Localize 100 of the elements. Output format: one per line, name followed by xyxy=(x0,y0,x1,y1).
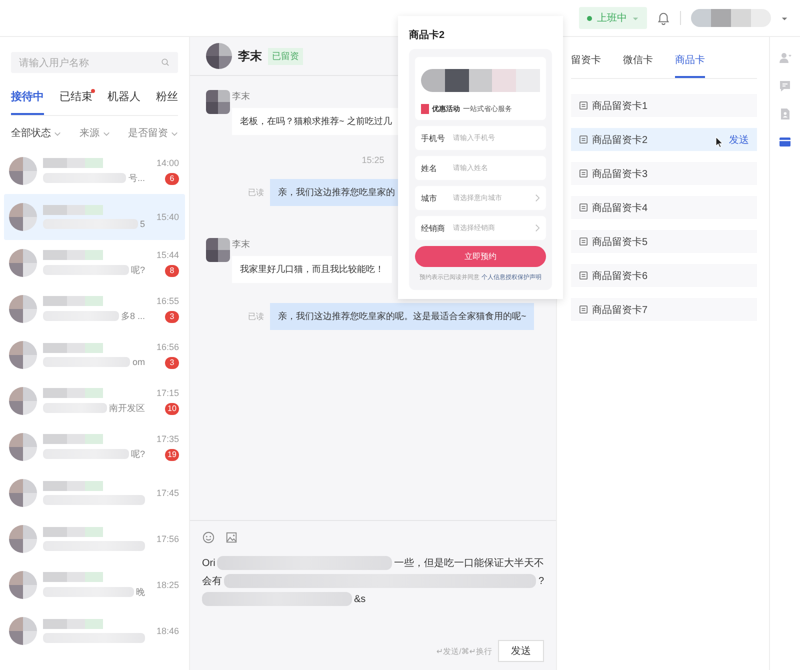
message-preview: 南开发区 xyxy=(109,402,145,414)
cursor-icon xyxy=(715,136,723,148)
message-preview: om xyxy=(132,357,145,367)
tab[interactable]: 微信卡 xyxy=(623,53,653,78)
read-status: 已读 xyxy=(248,311,264,322)
card-list-item[interactable]: 商品留资卡5 xyxy=(571,230,757,253)
card-list-item[interactable]: 商品留资卡4 xyxy=(571,196,757,219)
bell-icon[interactable] xyxy=(657,12,670,24)
search-icon xyxy=(161,58,170,67)
shortcut-hint: ↵发送/⌘↵换行 xyxy=(436,646,492,656)
card-list-item[interactable]: 商品留资卡1 xyxy=(571,94,757,117)
document-icon xyxy=(579,169,588,178)
chevron-icon xyxy=(535,194,540,202)
pixelated-redaction xyxy=(43,481,103,491)
conversation-item[interactable]: om 16:56 3 xyxy=(4,332,185,378)
pixelated-redaction xyxy=(43,388,103,398)
card-list-item[interactable]: 商品留资卡7 xyxy=(571,298,757,321)
send-link[interactable]: 发送 xyxy=(729,132,749,146)
caret-icon[interactable] xyxy=(781,14,788,22)
conversation-item[interactable]: 呢? 17:35 19 xyxy=(4,424,185,470)
chevron-icon xyxy=(54,130,61,136)
chat-icon[interactable] xyxy=(778,79,792,93)
unread-count: 10 xyxy=(165,402,179,414)
pixelated-redaction xyxy=(43,434,103,444)
tab[interactable]: 接待中 xyxy=(11,89,44,115)
avatar xyxy=(9,203,37,231)
chevron-icon xyxy=(535,224,540,232)
card-name: 商品留资卡2 xyxy=(592,134,648,146)
tab[interactable]: 机器人 xyxy=(108,89,141,115)
conversation-item[interactable]: 5 15:40 xyxy=(4,194,185,240)
time-label: 18:25 xyxy=(156,580,179,590)
document-icon xyxy=(579,101,588,110)
conversation-item[interactable]: 呢? 15:44 8 xyxy=(4,240,185,286)
time-label: 17:56 xyxy=(156,534,179,544)
avatar xyxy=(206,90,230,114)
pixelated-redaction xyxy=(43,158,103,168)
pixelated-redaction xyxy=(43,527,103,537)
unread-count: 6 xyxy=(165,172,179,184)
conversation-item[interactable]: 晚 18:25 xyxy=(4,562,185,608)
avatar xyxy=(9,249,37,277)
image-icon[interactable] xyxy=(225,531,238,544)
time-label: 17:35 xyxy=(156,434,179,444)
card-icon[interactable] xyxy=(778,135,792,149)
draft-text: 一些，但是吃一口能保证大半天不 xyxy=(394,556,544,570)
user-icon[interactable] xyxy=(778,51,792,65)
avatar xyxy=(206,43,232,69)
unread-count: 3 xyxy=(165,310,179,322)
card-name: 商品留资卡5 xyxy=(592,236,648,248)
message-preview: 号... xyxy=(128,172,145,184)
time-label: 15:40 xyxy=(156,212,179,222)
tab[interactable]: 粉丝 xyxy=(156,89,178,115)
filter-dropdown[interactable]: 是否留资 xyxy=(128,126,178,140)
pixelated-redaction xyxy=(43,250,103,260)
message-preview: 呢? xyxy=(130,264,145,276)
draft-text: ? xyxy=(538,576,544,586)
document-icon xyxy=(579,305,588,314)
time-label: 14:00 xyxy=(156,158,179,168)
reserve-button[interactable]: 立即预约 xyxy=(415,246,546,267)
message-preview: 晚 xyxy=(136,586,145,598)
card-name: 商品留资卡4 xyxy=(592,202,648,214)
tab[interactable]: 已结束 xyxy=(59,89,92,115)
time-label: 17:15 xyxy=(156,388,179,398)
emoji-icon[interactable] xyxy=(202,531,215,544)
filter-dropdown[interactable]: 全部状态 xyxy=(11,126,61,140)
card-list-item[interactable]: 商品留资卡6 xyxy=(571,264,757,287)
tab[interactable]: 留资卡 xyxy=(571,53,601,78)
card-name: 商品留资卡1 xyxy=(592,100,648,112)
message-preview: 5 xyxy=(140,219,145,229)
document-icon xyxy=(579,135,588,144)
time-label: 18:46 xyxy=(156,626,179,636)
avatar xyxy=(206,238,230,262)
draft-text: Ori xyxy=(202,558,216,568)
unread-count: 19 xyxy=(165,448,179,460)
sender-name: 李末 xyxy=(232,238,250,251)
unread-count: 8 xyxy=(165,264,179,276)
conversation-item[interactable]: 号... 14:00 6 xyxy=(4,148,185,194)
message-bubble: 老板，在吗？猫粮求推荐~ 之前吃过几 xyxy=(232,108,400,135)
avatar xyxy=(9,295,37,323)
avatar xyxy=(9,571,37,599)
tab[interactable]: 商品卡 xyxy=(675,53,705,78)
conversation-item[interactable]: 南开发区 17:15 10 xyxy=(4,378,185,424)
popup-title: 商品卡2 xyxy=(409,28,446,42)
avatar xyxy=(9,157,37,185)
card-list-item[interactable]: 商品留资卡3 xyxy=(571,162,757,185)
filter-dropdown[interactable]: 来源 xyxy=(80,126,110,140)
conversation-item[interactable]: 多8 ... 16:55 3 xyxy=(4,286,185,332)
avatar xyxy=(9,525,37,553)
document-icon xyxy=(579,271,588,280)
avatar xyxy=(9,479,37,507)
card-name: 商品留资卡6 xyxy=(592,270,648,282)
unread-count: 3 xyxy=(165,356,179,368)
pixelated-redaction xyxy=(43,403,107,413)
card-name: 商品留资卡3 xyxy=(592,168,648,180)
card-list-item[interactable]: 商品留资卡2 发送 xyxy=(571,128,757,151)
pixelated-redaction xyxy=(43,205,103,215)
contact-card-icon[interactable] xyxy=(778,107,792,121)
time-label: 16:56 xyxy=(156,342,179,352)
time-label: 17:45 xyxy=(156,488,179,498)
chevron-icon xyxy=(171,130,178,136)
send-button[interactable]: 发送 xyxy=(498,640,544,662)
